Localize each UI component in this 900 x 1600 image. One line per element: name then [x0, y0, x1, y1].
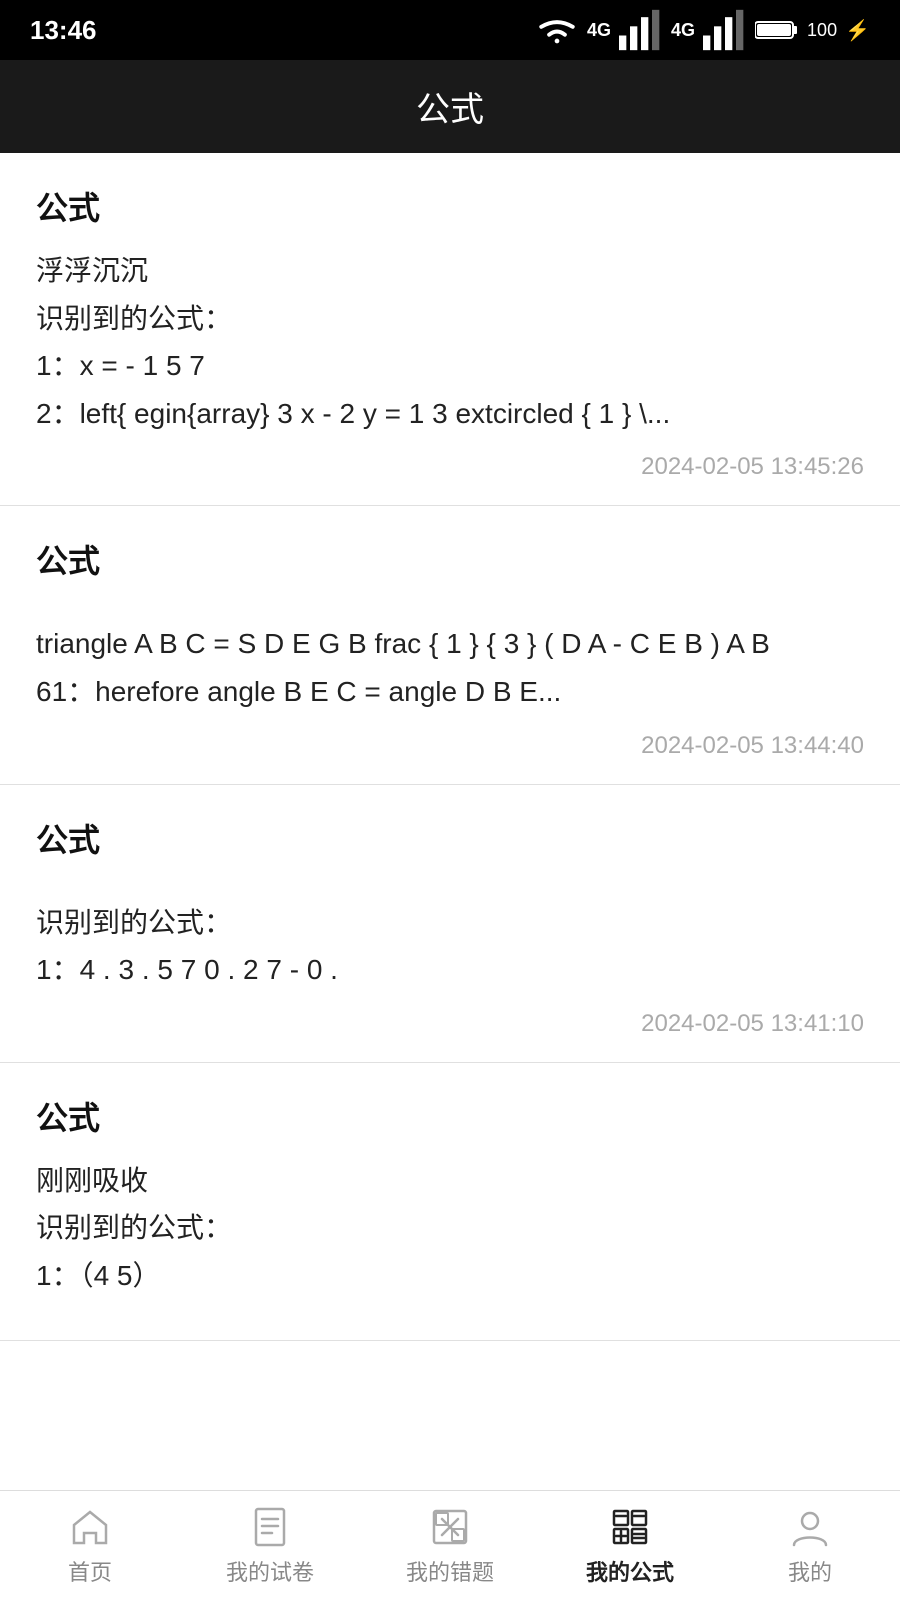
formula-card-4[interactable]: 公式 刚刚吸收 识别到的公式： 1：（4 5）: [0, 1063, 900, 1341]
formula-card-3[interactable]: 公式 识别到的公式： 1：4 . 3 . 5 7 0 . 2 7 - 0 . 2…: [0, 785, 900, 1063]
bottom-nav: 首页 我的试卷 我的错题: [0, 1490, 900, 1600]
exams-icon: [248, 1505, 292, 1549]
mistakes-icon: [428, 1505, 472, 1549]
nav-item-home[interactable]: 首页: [0, 1505, 180, 1587]
battery-percent: 100: [807, 20, 837, 41]
signal-bars-2-icon: [703, 8, 747, 52]
card-2-title: 公式: [36, 536, 864, 582]
card-2-time: 2024-02-05 13:44:40: [36, 732, 864, 760]
header-title: 公式: [416, 91, 484, 129]
signal-4g-2: 4G: [671, 20, 695, 41]
card-1-body: 浮浮沉沉 识别到的公式： 1：x = - 1 5 7 2：left{ egin{…: [36, 247, 864, 437]
home-icon: [68, 1505, 112, 1549]
app-header: 公式: [0, 60, 900, 153]
card-4-body: 刚刚吸收 识别到的公式： 1：（4 5）: [36, 1157, 864, 1300]
nav-item-formulas[interactable]: 我的公式: [540, 1505, 720, 1587]
battery-icon: [755, 8, 799, 52]
wifi-icon: [535, 8, 579, 52]
nav-item-mistakes[interactable]: 我的错题: [360, 1505, 540, 1587]
nav-home-label: 首页: [68, 1555, 112, 1587]
status-icons: 4G 4G 100 ⚡: [535, 8, 870, 52]
formulas-icon: [608, 1505, 652, 1549]
nav-profile-label: 我的: [788, 1555, 832, 1587]
status-time: 13:46: [30, 15, 97, 46]
card-3-body: 识别到的公式： 1：4 . 3 . 5 7 0 . 2 7 - 0 .: [36, 879, 864, 994]
signal-4g-1: 4G: [587, 20, 611, 41]
card-3-time: 2024-02-05 13:41:10: [36, 1010, 864, 1038]
profile-icon: [788, 1505, 832, 1549]
nav-exams-label: 我的试卷: [226, 1555, 314, 1587]
nav-item-profile[interactable]: 我的: [720, 1505, 900, 1587]
charging-icon: ⚡: [845, 18, 870, 43]
card-2-body: triangle A B C = S D E G B frac { 1 } { …: [36, 600, 864, 715]
formula-card-1[interactable]: 公式 浮浮沉沉 识别到的公式： 1：x = - 1 5 7 2：left{ eg…: [0, 153, 900, 506]
card-1-time: 2024-02-05 13:45:26: [36, 453, 864, 481]
nav-item-exams[interactable]: 我的试卷: [180, 1505, 360, 1587]
main-content: 公式 浮浮沉沉 识别到的公式： 1：x = - 1 5 7 2：left{ eg…: [0, 153, 900, 1490]
status-bar: 13:46 4G 4G 100 ⚡: [0, 0, 900, 60]
nav-formulas-label: 我的公式: [586, 1555, 674, 1587]
formula-card-2[interactable]: 公式 triangle A B C = S D E G B frac { 1 }…: [0, 506, 900, 784]
card-4-title: 公式: [36, 1093, 864, 1139]
card-1-title: 公式: [36, 183, 864, 229]
nav-mistakes-label: 我的错题: [406, 1555, 494, 1587]
card-3-title: 公式: [36, 815, 864, 861]
signal-bars-1-icon: [619, 8, 663, 52]
